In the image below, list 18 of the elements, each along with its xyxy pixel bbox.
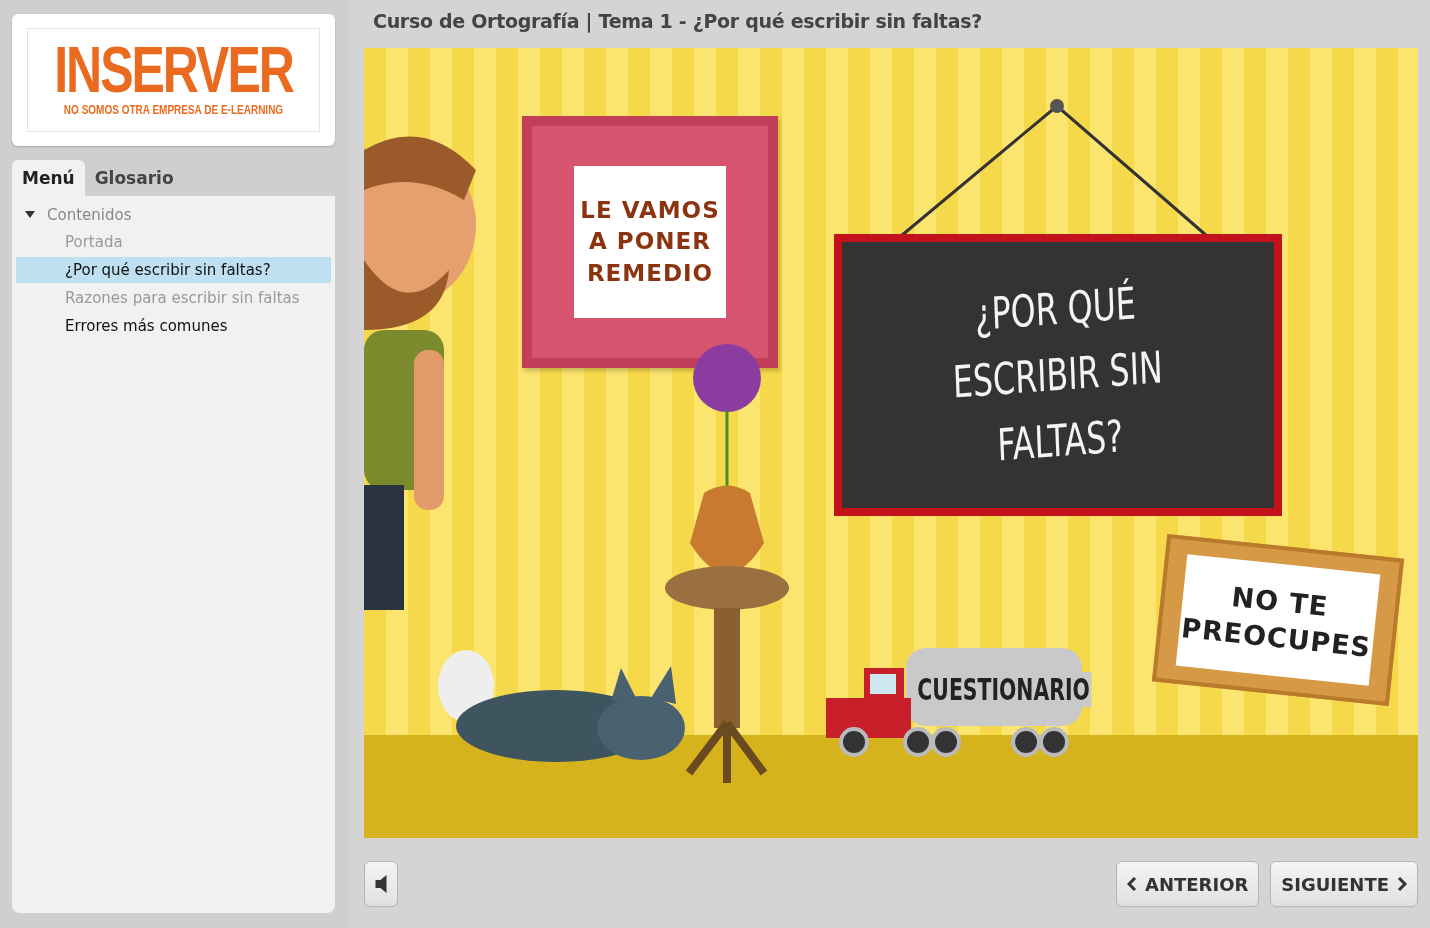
menu-item[interactable]: ¿Por qué escribir sin faltas? bbox=[16, 257, 331, 283]
volume-button[interactable] bbox=[364, 861, 398, 907]
frame-sign-text: LE VAMOS A PONER REMEDIO bbox=[580, 196, 720, 288]
tab[interactable]: Glosario bbox=[84, 160, 184, 196]
logo-name: INSERVER bbox=[54, 37, 293, 103]
chalkboard-text: ¿POR QUÉ ESCRIBIR SIN FALTAS? bbox=[951, 276, 1165, 473]
course-title: Curso de Ortografía | Tema 1 - ¿Por qué escribir sin faltas? bbox=[372, 10, 983, 35]
tab[interactable]: Menú bbox=[12, 160, 85, 196]
next-button[interactable]: SIGUIENTE bbox=[1270, 861, 1418, 907]
menu-item[interactable]: Errores más comunes bbox=[16, 313, 331, 339]
chevron-right-icon bbox=[1397, 877, 1407, 891]
previous-button[interactable]: ANTERIOR bbox=[1116, 861, 1260, 907]
speaker-icon bbox=[375, 875, 387, 893]
caret-icon[interactable] bbox=[25, 211, 35, 219]
truck-label: CUESTIONARIO bbox=[916, 672, 1092, 707]
chevron-left-icon bbox=[1127, 877, 1137, 891]
wood-sign-text: NO TE PREOCUPES bbox=[1179, 579, 1374, 665]
logo-tagline: NO SOMOS OTRA EMPRESA DE E-LEARNING bbox=[63, 103, 284, 117]
